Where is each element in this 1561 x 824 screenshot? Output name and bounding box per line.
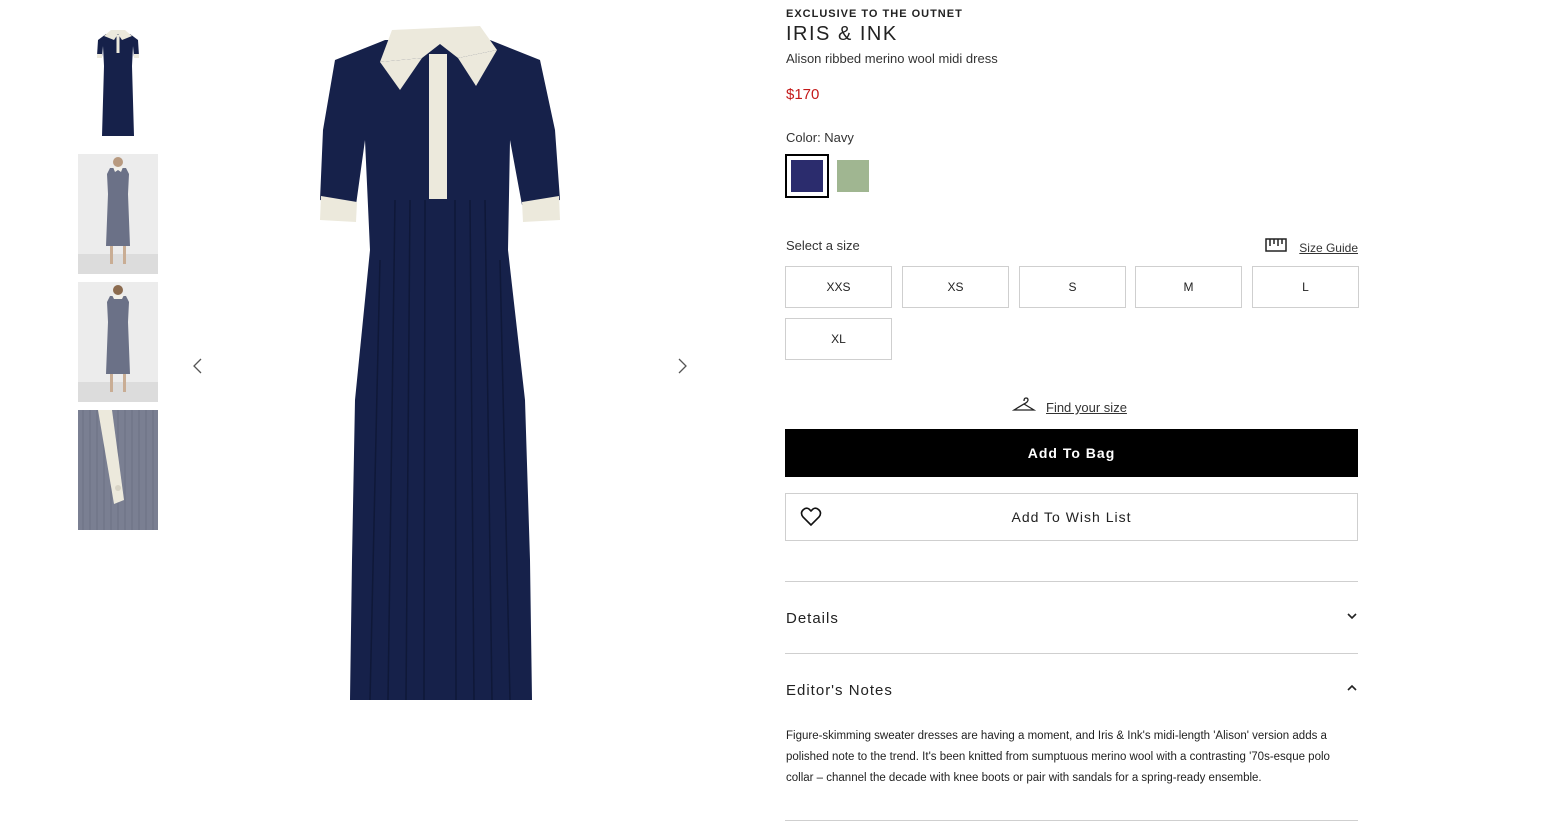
thumbnail-detail[interactable] <box>78 410 158 530</box>
thumbnail-model-back[interactable] <box>78 282 158 402</box>
add-to-bag-button[interactable]: Add To Bag <box>785 429 1358 477</box>
size-option-xs[interactable]: XS <box>902 266 1009 308</box>
details-accordion[interactable]: Details <box>786 606 1358 630</box>
add-to-wishlist-button[interactable]: Add To Wish List <box>785 493 1358 541</box>
exclusive-label: EXCLUSIVE TO THE OUTNET <box>786 8 963 20</box>
swatch-sage[interactable] <box>837 160 869 192</box>
size-option-m[interactable]: M <box>1135 266 1242 308</box>
heart-icon <box>800 507 822 530</box>
size-guide-label: Size Guide <box>1299 240 1358 255</box>
product-main-image <box>210 0 670 720</box>
editors-notes-title: Editor's Notes <box>786 681 893 699</box>
details-title: Details <box>786 609 839 627</box>
chevron-down-icon <box>1346 609 1358 627</box>
chevron-right-icon[interactable] <box>672 356 692 376</box>
size-option-xl[interactable]: XL <box>785 318 892 360</box>
size-option-xxs[interactable]: XXS <box>785 266 892 308</box>
divider <box>785 820 1358 821</box>
product-price: $170 <box>786 86 820 103</box>
find-your-size-link[interactable]: Find your size <box>1011 397 1127 418</box>
size-option-s[interactable]: S <box>1019 266 1126 308</box>
brand-name[interactable]: IRIS & INK <box>786 23 898 46</box>
thumbnail-list <box>78 26 158 538</box>
editors-notes-accordion[interactable]: Editor's Notes <box>786 678 1358 702</box>
add-to-wishlist-label: Add To Wish List <box>1011 509 1132 525</box>
swatch-navy-fill <box>791 160 823 192</box>
find-your-size-label: Find your size <box>1046 400 1127 415</box>
size-guide-link[interactable]: Size Guide <box>1265 238 1358 257</box>
chevron-up-icon <box>1346 681 1358 699</box>
product-name: Alison ribbed merino wool midi dress <box>786 51 998 66</box>
divider <box>785 581 1358 582</box>
editors-notes-text: Figure-skimming sweater dresses are havi… <box>786 730 1330 784</box>
chevron-left-icon[interactable] <box>188 356 208 376</box>
swatch-navy[interactable] <box>785 154 829 198</box>
thumbnail-front[interactable] <box>78 26 158 146</box>
ruler-icon <box>1265 238 1288 257</box>
divider <box>785 653 1358 654</box>
thumbnail-model-front[interactable] <box>78 154 158 274</box>
hanger-icon <box>1011 397 1037 418</box>
size-option-l[interactable]: L <box>1252 266 1359 308</box>
color-label: Color: Navy <box>786 130 854 145</box>
size-label: Select a size <box>786 238 860 253</box>
